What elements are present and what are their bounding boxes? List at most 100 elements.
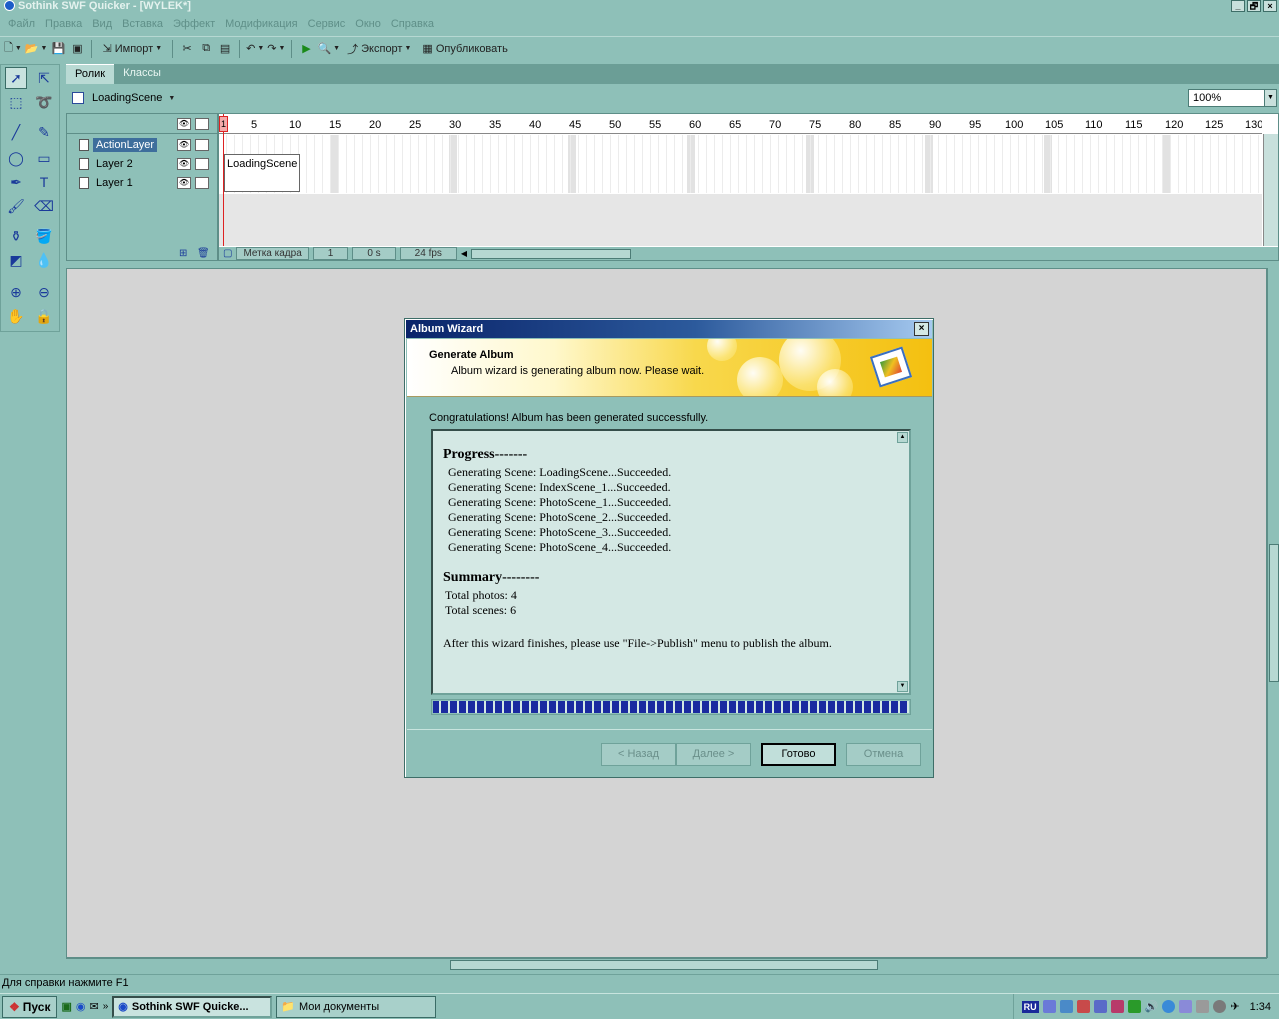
taskbar-item[interactable]: ◉ Sothink SWF Quicke... <box>112 995 273 1018</box>
language-indicator[interactable]: RU <box>1021 1000 1039 1013</box>
menu-window[interactable]: Окно <box>350 15 386 34</box>
copy-icon[interactable]: ⧉ <box>198 40 214 58</box>
brush-icon[interactable]: 🖌 <box>5 195 27 217</box>
paint-bucket-icon[interactable]: 🪣 <box>33 225 55 247</box>
minimize-button[interactable]: _ <box>1231 0 1245 12</box>
undo-icon[interactable]: ↶ ▼ <box>246 40 264 58</box>
tab-classes[interactable]: Классы <box>114 64 170 84</box>
quicklaunch-icon[interactable]: ▣ <box>61 1000 71 1013</box>
taskbar-item[interactable]: 📁 Мои документы <box>276 995 437 1018</box>
layer-lock-toggle[interactable] <box>195 158 209 170</box>
preview-icon[interactable]: 🔍 ▼ <box>317 40 340 58</box>
zoom-select[interactable]: 100% ▼ <box>1188 89 1277 107</box>
stage-vertical-scrollbar[interactable] <box>1267 268 1279 958</box>
frame-ruler[interactable]: 5 10 15 20 25 30 35 40 45 50 55 60 65 70… <box>219 114 1262 134</box>
redo-icon[interactable]: ↷ ▼ <box>267 40 285 58</box>
subselect-arrow-icon[interactable]: ⇱ <box>33 67 55 89</box>
timeline-vertical-scrollbar[interactable] <box>1263 134 1278 246</box>
export-button[interactable]: ⤴ Экспорт ▼ <box>343 40 415 58</box>
eye-icon[interactable]: 👁 <box>177 177 191 189</box>
start-button[interactable]: ❖ Пуск <box>2 995 58 1018</box>
menu-modify[interactable]: Модификация <box>220 15 303 34</box>
text-icon[interactable]: T <box>33 171 55 193</box>
tray-app-icon[interactable] <box>1196 1000 1210 1013</box>
scrollbar-thumb[interactable] <box>1269 544 1279 682</box>
select-arrow-icon[interactable]: ➚ <box>5 67 27 89</box>
ellipse-icon[interactable]: ◯ <box>5 147 27 169</box>
tray-app-icon[interactable] <box>1076 1000 1090 1013</box>
line-icon[interactable]: ╱ <box>5 121 27 143</box>
publish-button[interactable]: ▦ Опубликовать <box>418 40 511 58</box>
close-icon[interactable]: × <box>914 322 929 336</box>
hand-icon[interactable]: ✋ <box>5 305 27 327</box>
cancel-button[interactable]: Отмена <box>846 743 921 766</box>
menu-tools[interactable]: Сервис <box>303 15 351 34</box>
open-folder-icon[interactable]: 📂 ▼ <box>25 40 48 58</box>
fill-transform-icon[interactable]: ◩ <box>5 249 27 271</box>
center-frame-icon[interactable]: ▢ <box>223 248 232 259</box>
quicklaunch-more-icon[interactable]: » <box>103 1001 109 1012</box>
close-window-button[interactable]: × <box>1263 0 1277 12</box>
eyedropper-icon[interactable]: 💧 <box>33 249 55 271</box>
layer-row[interactable]: Layer 1 👁 <box>67 174 217 192</box>
add-layer-icon[interactable]: ⊞ <box>179 248 187 259</box>
scroll-left-icon[interactable]: ◀ <box>461 249 467 258</box>
tray-app-icon[interactable] <box>1093 1000 1107 1013</box>
play-icon[interactable]: ▶ <box>298 40 314 58</box>
lasso-icon[interactable]: ➰ <box>33 91 55 113</box>
chevron-down-icon[interactable]: ▼ <box>1264 90 1276 106</box>
browser-icon[interactable]: ◉ <box>76 1000 86 1013</box>
generation-log[interactable]: Progress------- Generating Scene: Loadin… <box>431 429 911 695</box>
eye-icon[interactable]: 👁 <box>177 158 191 170</box>
delete-layer-icon[interactable]: 🗑 <box>197 248 210 259</box>
frame-grid[interactable] <box>219 135 1262 193</box>
transform-icon[interactable]: ⬚ <box>5 91 27 113</box>
pencil-icon[interactable]: ✎ <box>33 121 55 143</box>
outline-toggle-icon[interactable] <box>195 118 209 130</box>
scrollbar-thumb[interactable] <box>450 960 878 970</box>
layer-lock-toggle[interactable] <box>195 177 209 189</box>
tray-app-icon[interactable] <box>1127 1000 1141 1013</box>
eye-icon[interactable]: 👁 <box>177 139 191 151</box>
eraser-icon[interactable]: ⌫ <box>33 195 55 217</box>
layer-row[interactable]: ActionLayer 👁 <box>67 136 217 154</box>
save-icon[interactable]: 💾 <box>50 40 66 58</box>
scroll-up-icon[interactable]: ▲ <box>897 432 908 443</box>
restore-button[interactable]: 🗗 <box>1247 0 1261 12</box>
import-button[interactable]: ⇲ Импорт ▼ <box>98 40 166 58</box>
finish-button[interactable]: Готово <box>761 743 836 766</box>
new-file-icon[interactable]: 🗋 ▼ <box>4 40 22 58</box>
layer-row[interactable]: Layer 2 👁 <box>67 155 217 173</box>
tray-app-icon[interactable]: ✈ <box>1230 1000 1239 1013</box>
tray-network-icon[interactable] <box>1059 1000 1073 1013</box>
tray-app-icon[interactable] <box>1110 1000 1124 1013</box>
menu-help[interactable]: Справка <box>386 15 439 34</box>
menu-insert[interactable]: Вставка <box>117 15 168 34</box>
scroll-down-icon[interactable]: ▼ <box>897 681 908 692</box>
volume-icon[interactable]: 🔊 <box>1145 1000 1159 1013</box>
menu-effect[interactable]: Эффект <box>168 15 220 34</box>
back-button[interactable]: < Назад <box>601 743 676 766</box>
rectangle-icon[interactable]: ▭ <box>33 147 55 169</box>
tray-app-icon[interactable] <box>1179 1000 1193 1013</box>
menu-view[interactable]: Вид <box>87 15 117 34</box>
scene-selector[interactable]: LoadingScene ▼ <box>66 86 1279 110</box>
save-all-icon[interactable]: ▣ <box>69 40 85 58</box>
zoom-out-icon[interactable]: ⊖ <box>33 281 55 303</box>
zoom-in-icon[interactable]: ⊕ <box>5 281 27 303</box>
menu-file[interactable]: Файл <box>3 15 40 34</box>
playhead-handle[interactable]: 1 <box>219 116 228 132</box>
pen-icon[interactable]: ✒ <box>5 171 27 193</box>
clock[interactable]: 1:34 <box>1250 1001 1271 1013</box>
layer-lock-toggle[interactable] <box>195 139 209 151</box>
eye-icon[interactable]: 👁 <box>177 118 191 130</box>
mail-icon[interactable]: ✉ <box>89 1000 98 1013</box>
stage-horizontal-scrollbar[interactable] <box>66 958 1267 971</box>
ink-bottle-icon[interactable]: ⚱ <box>5 225 27 247</box>
paste-icon[interactable]: ▤ <box>217 40 233 58</box>
next-button[interactable]: Далее > <box>676 743 751 766</box>
dialog-title-bar[interactable]: Album Wizard × <box>406 320 932 338</box>
tray-app-icon[interactable] <box>1213 1000 1227 1013</box>
timeline-horizontal-scrollbar[interactable] <box>471 248 632 259</box>
tray-app-icon[interactable] <box>1042 1000 1056 1013</box>
